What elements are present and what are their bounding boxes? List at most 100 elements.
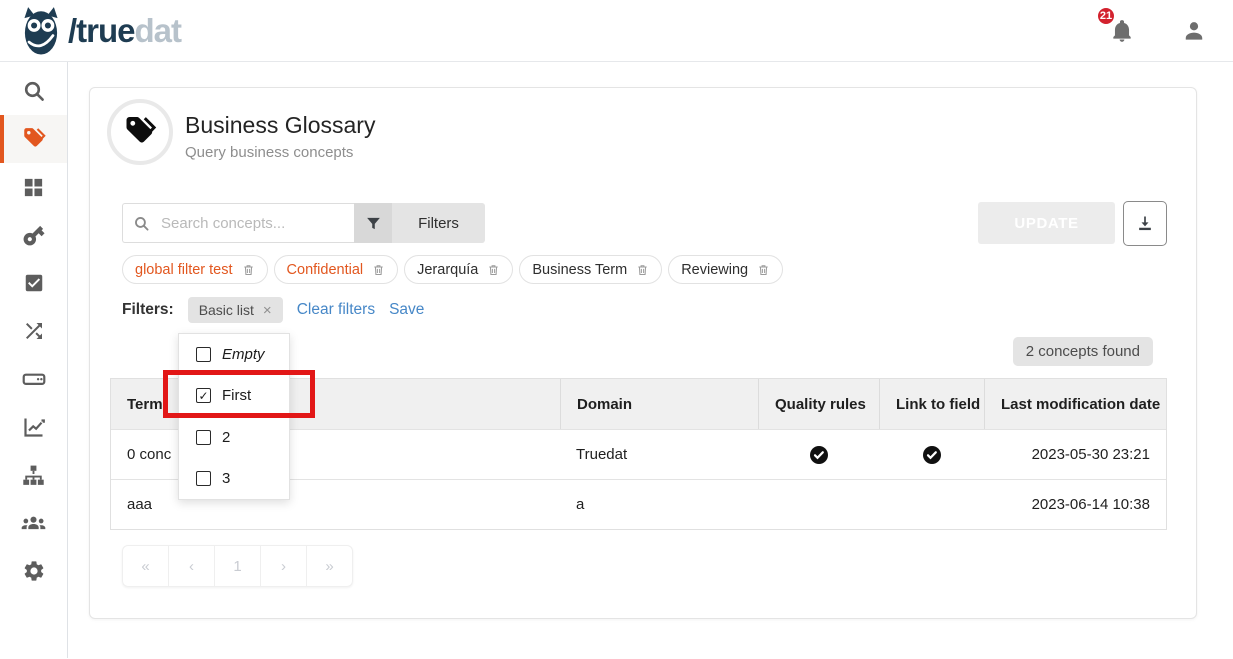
sidebar-item-search[interactable] <box>0 67 67 115</box>
sidebar-item-lineage[interactable] <box>0 307 67 355</box>
dropdown-option-3[interactable]: 3 <box>179 458 289 499</box>
checkbox-checked[interactable]: ✓ <box>196 388 211 403</box>
filters-button[interactable]: Filters <box>392 203 485 243</box>
term-filter-dropdown: Empty ✓ First 2 3 <box>178 333 290 500</box>
sidebar-item-settings[interactable] <box>0 547 67 595</box>
save-filters-link[interactable]: Save <box>389 301 424 319</box>
saved-filter-pill[interactable]: Basic list × <box>188 297 283 323</box>
checkbox-unchecked[interactable] <box>196 471 211 486</box>
pagination-next-button[interactable]: › <box>260 545 307 587</box>
filter-chips: global filter test Confidential Jerarquí… <box>122 255 783 284</box>
cell-link-to-field <box>879 430 984 479</box>
sidebar <box>0 62 68 658</box>
saved-filter-name: Basic list <box>199 302 254 318</box>
option-label: 3 <box>222 470 230 487</box>
owl-icon <box>18 6 64 56</box>
funnel-icon <box>365 215 382 232</box>
grid-icon <box>22 176 45 199</box>
results-count-badge: 2 concepts found <box>1013 337 1153 366</box>
check-square-icon <box>23 272 45 294</box>
cell-last-modification-date: 2023-05-30 23:21 <box>984 430 1166 479</box>
check-glyph: ✓ <box>198 389 208 403</box>
chip-label: Reviewing <box>681 262 748 278</box>
sidebar-item-permissions[interactable] <box>0 211 67 259</box>
user-icon <box>1181 18 1207 44</box>
search-bar: Filters <box>122 203 485 243</box>
cell-quality-rules <box>758 430 879 479</box>
chip-confidential[interactable]: Confidential <box>274 255 399 284</box>
search-input-wrap <box>122 203 354 243</box>
dropdown-option-empty[interactable]: Empty <box>179 334 289 375</box>
drive-icon <box>21 366 47 392</box>
pagination: « ‹ 1 › » <box>122 545 353 587</box>
column-domain: Domain <box>560 379 758 429</box>
download-button[interactable] <box>1123 201 1167 246</box>
trash-icon[interactable] <box>487 263 500 277</box>
chip-global-filter-test[interactable]: global filter test <box>122 255 268 284</box>
page-subtitle: Query business concepts <box>185 144 353 161</box>
dropdown-option-first[interactable]: ✓ First <box>179 375 289 416</box>
checkbox-unchecked[interactable] <box>196 347 211 362</box>
content-area: Business Glossary Query business concept… <box>68 62 1233 658</box>
sitemap-icon <box>21 463 46 488</box>
notifications-button[interactable]: 21 <box>1109 18 1135 44</box>
update-button[interactable]: UPDATE <box>978 202 1115 244</box>
pagination-first-button[interactable]: « <box>122 545 169 587</box>
tag-icon <box>21 126 47 152</box>
pagination-last-button[interactable]: » <box>306 545 353 587</box>
trash-icon[interactable] <box>757 263 770 277</box>
gear-icon <box>22 559 46 583</box>
chart-icon <box>22 415 46 439</box>
chip-business-term[interactable]: Business Term <box>519 255 662 284</box>
trash-icon[interactable] <box>242 263 255 277</box>
trash-icon[interactable] <box>372 263 385 277</box>
truedat-logo: /truedat <box>18 6 181 56</box>
pagination-prev-button[interactable]: ‹ <box>168 545 215 587</box>
top-bar: /truedat 21 <box>0 0 1233 62</box>
option-label: Empty <box>222 346 265 363</box>
clear-filters-link[interactable]: Clear filters <box>297 301 375 319</box>
business-glossary-card: Business Glossary Query business concept… <box>89 87 1197 619</box>
chip-reviewing[interactable]: Reviewing <box>668 255 783 284</box>
column-last-modification-date: Last modification date <box>984 379 1166 429</box>
page-title: Business Glossary <box>185 112 375 139</box>
column-link-to-field: Link to field <box>879 379 984 429</box>
key-icon <box>21 223 46 248</box>
sidebar-item-glossary[interactable] <box>0 115 67 163</box>
search-icon <box>22 79 46 103</box>
chip-label: Business Term <box>532 262 627 278</box>
cell-domain: a <box>560 480 758 529</box>
chip-jerarquia[interactable]: Jerarquía <box>404 255 513 284</box>
notification-count-badge: 21 <box>1095 5 1117 27</box>
brand-wordmark: /truedat <box>68 14 181 47</box>
check-badge-icon <box>809 445 829 465</box>
search-icon <box>133 215 150 232</box>
sidebar-item-rules[interactable] <box>0 259 67 307</box>
users-icon <box>20 510 47 537</box>
pagination-page-1-button[interactable]: 1 <box>214 545 261 587</box>
user-menu-button[interactable] <box>1181 18 1207 44</box>
option-label: First <box>222 387 251 404</box>
check-badge-icon <box>922 445 942 465</box>
sidebar-item-insights[interactable] <box>0 403 67 451</box>
sidebar-item-dashboards[interactable] <box>0 163 67 211</box>
sidebar-item-users[interactable] <box>0 499 67 547</box>
dropdown-option-2[interactable]: 2 <box>179 417 289 458</box>
remove-filter-icon[interactable]: × <box>263 303 272 318</box>
search-input[interactable] <box>159 214 344 233</box>
tags-icon <box>122 114 158 150</box>
column-quality-rules: Quality rules <box>758 379 879 429</box>
cell-link-to-field <box>879 480 984 529</box>
trash-icon[interactable] <box>636 263 649 277</box>
option-label: 2 <box>222 429 230 446</box>
checkbox-unchecked[interactable] <box>196 430 211 445</box>
shuffle-icon <box>22 319 46 343</box>
cell-quality-rules <box>758 480 879 529</box>
sidebar-item-domains[interactable] <box>0 451 67 499</box>
filter-funnel-button[interactable] <box>354 203 392 243</box>
sidebar-item-structures[interactable] <box>0 355 67 403</box>
chip-label: Confidential <box>287 262 364 278</box>
chip-label: Jerarquía <box>417 262 478 278</box>
glossary-avatar <box>107 99 173 165</box>
filters-bar-label: Filters: <box>122 301 174 319</box>
